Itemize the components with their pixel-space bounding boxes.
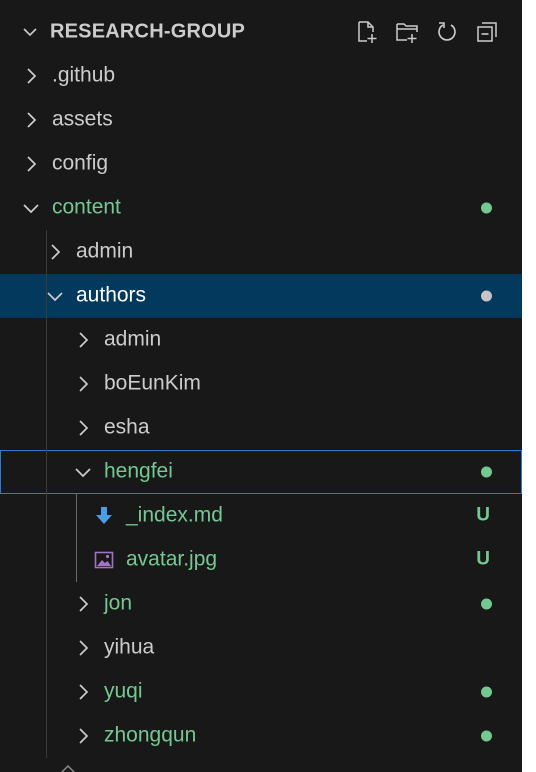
tree-item-label: boEunKim xyxy=(104,371,201,395)
git-modified-dot xyxy=(481,686,492,698)
chevron-right-icon[interactable] xyxy=(74,639,92,657)
git-untracked-badge: U xyxy=(476,504,490,526)
tree-item-label: .github xyxy=(52,63,116,87)
collapse-all-icon[interactable] xyxy=(474,19,500,45)
chevron-right-icon[interactable] xyxy=(74,683,92,701)
chevron-right-icon[interactable] xyxy=(46,243,64,261)
tree-folder-row[interactable]: yuqi xyxy=(0,670,522,714)
tree-item-label: assets xyxy=(52,107,113,131)
chevron-right-icon[interactable] xyxy=(22,155,40,173)
tree-folder-row[interactable]: zhongqun xyxy=(0,714,522,758)
tree-folder-row[interactable]: jon xyxy=(0,582,522,626)
git-modified-dot xyxy=(481,598,492,610)
tree-file-row[interactable]: avatar.jpg U xyxy=(0,538,522,582)
tree-item-label: _index.md xyxy=(126,503,223,527)
chevron-down-icon[interactable] xyxy=(22,24,38,40)
tree-folder-row[interactable]: .github xyxy=(0,54,522,98)
tree-file-row[interactable]: _index.md U xyxy=(0,494,522,538)
tree-item-label: admin xyxy=(76,239,134,263)
tree-item-label: esha xyxy=(104,415,150,439)
tree-item-label: content xyxy=(52,195,121,219)
tree-folder-row[interactable]: esha xyxy=(0,406,522,450)
tree-folder-row[interactable]: assets xyxy=(0,98,522,142)
refresh-icon[interactable] xyxy=(434,19,460,45)
indent-guide xyxy=(76,494,77,582)
tree-folder-row[interactable]: yihua xyxy=(0,626,522,670)
chevron-down-icon[interactable] xyxy=(46,287,64,305)
window-edge xyxy=(522,0,536,772)
chevron-down-icon[interactable] xyxy=(74,463,92,481)
chevron-right-icon[interactable] xyxy=(74,375,92,393)
git-modified-dot xyxy=(481,466,492,478)
chevron-right-icon xyxy=(60,764,76,772)
chevron-right-icon[interactable] xyxy=(74,331,92,349)
chevron-right-icon[interactable] xyxy=(22,67,40,85)
tree-item-label: authors xyxy=(76,283,147,307)
new-folder-icon[interactable] xyxy=(394,19,420,45)
tree-item-label: avatar.jpg xyxy=(126,547,218,571)
chevron-right-icon[interactable] xyxy=(22,111,40,129)
tree-item-label: yuqi xyxy=(104,679,143,703)
tree-item-label: hengfei xyxy=(104,459,173,483)
partial-row xyxy=(0,756,522,772)
chevron-right-icon[interactable] xyxy=(74,727,92,745)
markdown-arrow-icon xyxy=(96,507,112,524)
explorer-title: RESEARCH-GROUP xyxy=(50,20,246,43)
explorer-header[interactable]: RESEARCH-GROUP xyxy=(0,10,522,54)
file-explorer: RESEARCH-GROUP .github assets config con… xyxy=(0,0,536,772)
tree-folder-row[interactable]: boEunKim xyxy=(0,362,522,406)
chevron-down-icon[interactable] xyxy=(22,199,40,217)
git-modified-dot xyxy=(481,730,492,742)
chevron-right-icon[interactable] xyxy=(74,419,92,437)
tree-item-label: jon xyxy=(104,591,133,615)
tree-folder-row[interactable]: authors xyxy=(0,274,522,318)
new-file-icon[interactable] xyxy=(354,19,380,45)
explorer-actions xyxy=(354,19,500,45)
git-modified-dot xyxy=(481,290,492,302)
tree-folder-row[interactable]: admin xyxy=(0,230,522,274)
tree-item-label: config xyxy=(52,151,109,175)
tree-folder-row[interactable]: admin xyxy=(0,318,522,362)
tree-folder-row[interactable]: content xyxy=(0,186,522,230)
git-modified-dot xyxy=(481,202,492,214)
tree-folder-row[interactable]: config xyxy=(0,142,522,186)
tree-folder-row[interactable]: hengfei xyxy=(0,450,522,494)
tree-item-label: zhongqun xyxy=(104,723,197,747)
tree-item-label: yihua xyxy=(104,635,155,659)
git-untracked-badge: U xyxy=(476,548,490,570)
indent-guide xyxy=(46,230,47,758)
tree-item-label: admin xyxy=(104,327,162,351)
image-icon xyxy=(94,551,114,569)
chevron-right-icon[interactable] xyxy=(74,595,92,613)
